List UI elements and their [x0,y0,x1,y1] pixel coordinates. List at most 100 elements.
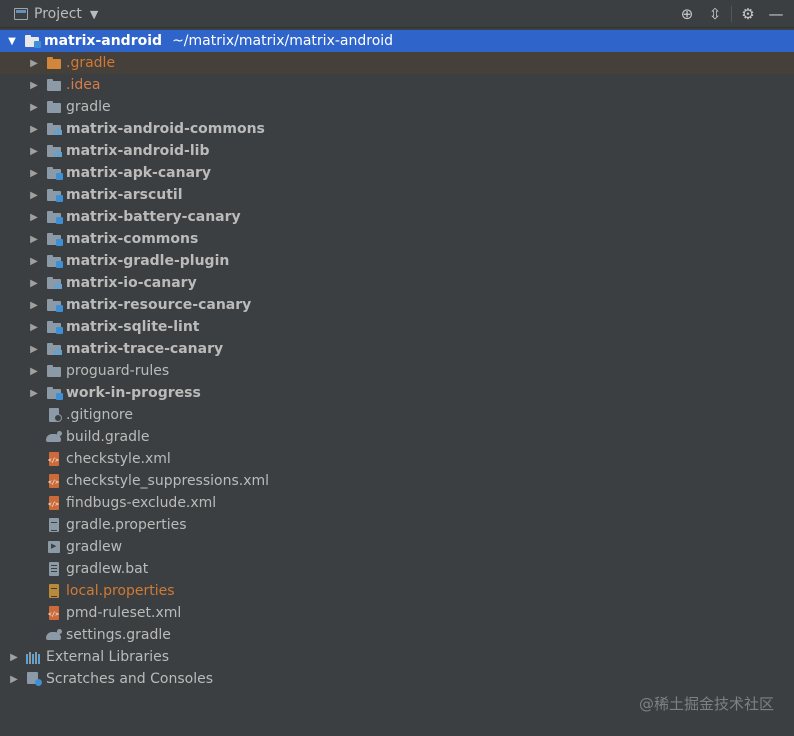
module-folder-icon [24,34,41,48]
xml-file-icon [46,474,62,488]
chevron-down-icon: ▼ [89,7,99,21]
tree-item-matrix-apk-canary[interactable]: ▶ matrix-apk-canary [0,162,794,184]
tree-item-proguard-rules[interactable]: ▶ proguard-rules [0,360,794,382]
chevron-right-icon[interactable]: ▶ [28,322,40,333]
tree-item-label: .gradle [66,55,116,71]
tree-file-gradlew[interactable]: gradlew [0,536,794,558]
chevron-right-icon[interactable]: ▶ [28,344,40,355]
chevron-right-icon[interactable]: ▶ [28,102,40,113]
chevron-right-icon[interactable]: ▶ [28,278,40,289]
tree-item-label: External Libraries [46,649,169,665]
chevron-right-icon[interactable]: ▶ [28,58,40,69]
tree-file-gradlew-bat[interactable]: gradlew.bat [0,558,794,580]
tree-root-path: ~/matrix/matrix/matrix-android [172,33,394,49]
module-folder-icon [46,254,63,268]
folder-icon [46,100,62,114]
module-folder-icon [46,276,62,290]
chevron-right-icon[interactable]: ▶ [28,146,40,157]
chevron-right-icon[interactable]: ▶ [28,190,40,201]
tree-item-dot-idea[interactable]: ▶ .idea [0,74,794,96]
xml-file-icon [46,452,62,466]
tree-item-label: matrix-apk-canary [66,165,212,181]
tree-item-label: .idea [66,77,101,93]
tree-root-matrix-android[interactable]: ▼ matrix-android ~/matrix/matrix/matrix-… [0,30,794,52]
xml-file-icon [46,606,62,620]
tree-item-gradle[interactable]: ▶ gradle [0,96,794,118]
tree-item-matrix-trace-canary[interactable]: ▶ matrix-trace-canary [0,338,794,360]
tree-item-label: matrix-android-lib [66,143,210,159]
tree-item-matrix-android-commons[interactable]: ▶ matrix-android-commons [0,118,794,140]
tree-item-label: matrix-arscutil [66,187,183,203]
chevron-right-icon[interactable]: ▶ [28,366,40,377]
chevron-right-icon[interactable]: ▶ [28,388,40,399]
project-view-selector[interactable]: Project ▼ [14,3,98,25]
tree-item-label: Scratches and Consoles [46,671,213,687]
excluded-folder-icon [46,56,62,70]
tree-item-scratches-and-consoles[interactable]: ▶ Scratches and Consoles [0,668,794,690]
tree-item-label: settings.gradle [66,627,171,643]
gear-icon[interactable]: ⚙ [734,4,762,24]
tree-item-label: checkstyle.xml [66,451,171,467]
locate-icon[interactable]: ⊕ [673,4,701,24]
tree-item-label: work-in-progress [66,385,201,401]
tree-item-label: matrix-android [44,33,163,49]
hide-icon[interactable]: — [762,4,790,24]
chevron-right-icon[interactable]: ▶ [28,234,40,245]
tree-item-matrix-arscutil[interactable]: ▶ matrix-arscutil [0,184,794,206]
tree-item-dot-gradle[interactable]: ▶ .gradle [0,52,794,74]
tree-item-matrix-io-canary[interactable]: ▶ matrix-io-canary [0,272,794,294]
gitignore-file-icon [46,408,62,422]
scratches-icon [26,672,42,686]
properties-file-icon [46,584,62,598]
tree-file-pmd-ruleset-xml[interactable]: pmd-ruleset.xml [0,602,794,624]
tree-file-findbugs-exclude-xml[interactable]: findbugs-exclude.xml [0,492,794,514]
chevron-right-icon[interactable]: ▶ [28,80,40,91]
chevron-right-icon[interactable]: ▶ [8,674,20,685]
tree-item-work-in-progress[interactable]: ▶ work-in-progress [0,382,794,404]
tree-file-checkstyle-xml[interactable]: checkstyle.xml [0,448,794,470]
chevron-right-icon[interactable]: ▶ [28,256,40,267]
batch-file-icon [46,562,62,576]
chevron-right-icon[interactable]: ▶ [28,124,40,135]
tree-item-label: findbugs-exclude.xml [66,495,217,511]
collapse-all-icon[interactable]: ⇳ [701,4,729,24]
chevron-right-icon[interactable]: ▶ [28,300,40,311]
module-folder-icon [46,210,63,224]
xml-file-icon [46,496,62,510]
tree-file-local-properties[interactable]: local.properties [0,580,794,602]
module-folder-icon [46,232,63,246]
tree-item-matrix-battery-canary[interactable]: ▶ matrix-battery-canary [0,206,794,228]
tree-file-gradle-properties[interactable]: gradle.properties [0,514,794,536]
tree-file-build-gradle[interactable]: build.gradle [0,426,794,448]
chevron-down-icon[interactable]: ▼ [6,36,18,47]
tree-item-label: local.properties [66,583,175,599]
chevron-right-icon[interactable]: ▶ [8,652,20,663]
module-folder-icon [46,342,62,356]
tree-item-label: matrix-gradle-plugin [66,253,230,269]
tree-item-label: checkstyle_suppressions.xml [66,473,270,489]
module-folder-icon [46,166,63,180]
tree-item-external-libraries[interactable]: ▶ External Libraries [0,646,794,668]
tree-item-label: matrix-commons [66,231,199,247]
tree-item-matrix-gradle-plugin[interactable]: ▶ matrix-gradle-plugin [0,250,794,272]
chevron-right-icon[interactable]: ▶ [28,168,40,179]
tree-item-matrix-android-lib[interactable]: ▶ matrix-android-lib [0,140,794,162]
tree-item-matrix-sqlite-lint[interactable]: ▶ matrix-sqlite-lint [0,316,794,338]
tree-item-matrix-resource-canary[interactable]: ▶ matrix-resource-canary [0,294,794,316]
tree-item-label: matrix-android-commons [66,121,265,137]
tree-item-label: matrix-trace-canary [66,341,224,357]
module-folder-icon [46,386,63,400]
module-folder-icon [46,188,63,202]
tree-item-label: matrix-sqlite-lint [66,319,200,335]
tree-item-matrix-commons[interactable]: ▶ matrix-commons [0,228,794,250]
gradle-file-icon [46,628,62,642]
tree-file-settings-gradle[interactable]: settings.gradle [0,624,794,646]
chevron-right-icon[interactable]: ▶ [28,212,40,223]
folder-icon [46,364,62,378]
tree-file-checkstyle-suppressions-xml[interactable]: checkstyle_suppressions.xml [0,470,794,492]
tree-item-label: proguard-rules [66,363,170,379]
properties-file-icon [46,518,62,532]
tree-item-label: matrix-io-canary [66,275,197,291]
panel-toolbar: ⊕ ⇳ ⚙ — [673,4,790,24]
tree-file-gitignore[interactable]: .gitignore [0,404,794,426]
